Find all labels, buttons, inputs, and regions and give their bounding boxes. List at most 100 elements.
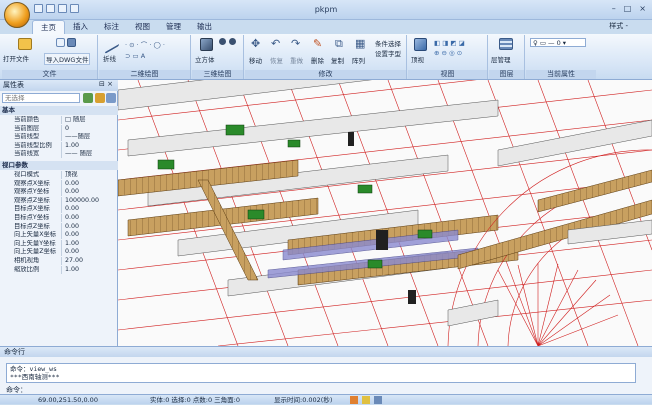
property-value[interactable]: 0.00: [62, 248, 116, 256]
selection-dropdown[interactable]: 无选择: [2, 93, 80, 103]
property-row[interactable]: 观察点Z坐标 100000.00: [2, 196, 118, 205]
tab-output[interactable]: 输出: [189, 20, 220, 34]
property-row[interactable]: 当前线型 ——随层: [2, 133, 118, 142]
tab-home[interactable]: 主页: [32, 20, 65, 34]
property-row[interactable]: 目标点X坐标 0.00: [2, 205, 118, 214]
import-dwg-button[interactable]: 导入DWG文件: [44, 53, 91, 65]
style-menu[interactable]: 样式 -: [609, 21, 628, 31]
group-3d-draw: 立方体 三维绘图: [192, 35, 244, 79]
property-key: 当前线型: [2, 133, 62, 142]
property-key: 相机视角: [2, 257, 62, 265]
property-section-header[interactable]: 基本: [0, 106, 118, 115]
command-history: 命令：view_ws ***西南轴测***: [6, 363, 636, 383]
property-value[interactable]: 1.00: [62, 266, 116, 274]
polyline-button[interactable]: 折线: [103, 53, 116, 63]
property-value[interactable]: —— 随层: [62, 150, 116, 158]
minimize-button[interactable]: –: [612, 4, 616, 13]
tab-insert[interactable]: 插入: [65, 20, 96, 34]
properties-panel: 属性表 ⊟ × 无选择 基本 当前颜色 □ 随层 当前图层 0 当前线型 ——随层 当前线型比…: [0, 80, 118, 346]
condition-select-button[interactable]: 条件选择: [375, 38, 401, 48]
window-controls: – □ ×: [612, 4, 646, 13]
group-file-label: 文件: [2, 70, 97, 79]
property-value[interactable]: 顶视: [62, 171, 116, 179]
property-key: 观察点Z坐标: [2, 196, 62, 205]
property-row[interactable]: 缩放比例 1.00: [2, 265, 118, 274]
filter-icon[interactable]: [83, 93, 93, 103]
group-view: ◧ ◨ ◩ ◪ ⊕ ⊖ ◎ ⊙ 顶视 视图: [408, 35, 488, 79]
property-row[interactable]: 相机视角 27.00: [2, 257, 118, 265]
cube-icon: [200, 38, 213, 51]
redo-icon: ↷: [291, 37, 301, 50]
property-value[interactable]: 0.00: [62, 214, 116, 222]
zoom-tools-icon[interactable]: ⊕ ⊖ ◎ ⊙: [434, 49, 462, 57]
tab-manage[interactable]: 管理: [158, 20, 189, 34]
select-icon[interactable]: [95, 93, 105, 103]
snap-toggle-icon[interactable]: [350, 396, 358, 404]
tab-annotate[interactable]: 标注: [96, 20, 127, 34]
line-tools-icon[interactable]: · ⊙ · ⌒ · ◯ ·: [125, 39, 165, 49]
group-file: 打开文件 导入DWG文件 文件: [2, 35, 98, 79]
command-title: 命令行: [0, 347, 652, 357]
property-row[interactable]: 向上矢量Z坐标 0.00: [2, 248, 118, 257]
view-cubes-icon[interactable]: ◧ ◨ ◩ ◪: [434, 39, 465, 47]
group-2d-draw: 折线 · ⊙ · ⌒ · ◯ · ⊃ ▭ A 二维绘图: [99, 33, 191, 79]
property-row[interactable]: 当前图层 0: [2, 124, 118, 133]
application-menu-button[interactable]: [4, 2, 30, 28]
property-key: 目标点X坐标: [2, 205, 62, 214]
property-value[interactable]: □ 随层: [62, 116, 116, 124]
set-font-button[interactable]: 设置字型: [375, 48, 401, 58]
3d-viewport[interactable]: [118, 80, 652, 346]
property-row[interactable]: 当前颜色 □ 随层: [2, 116, 118, 124]
layer-select[interactable]: ♀ ▭ — 0 ▾: [530, 38, 586, 47]
property-row[interactable]: 当前线型比例 1.00: [2, 141, 118, 150]
maximize-button[interactable]: □: [624, 4, 632, 13]
restore-button[interactable]: 恢复: [270, 55, 283, 65]
property-value[interactable]: 0.00: [62, 223, 116, 231]
building-model-drawing: [118, 80, 652, 346]
group-view-label: 视图: [408, 70, 487, 79]
cylinder-icon[interactable]: [229, 38, 236, 45]
array-button[interactable]: 阵列: [352, 55, 365, 65]
property-key: 当前颜色: [2, 116, 62, 124]
grid-toggle-icon[interactable]: [362, 396, 370, 404]
shape-tools-icon[interactable]: ⊃ ▭ A: [125, 52, 145, 60]
property-value[interactable]: 0: [62, 125, 116, 133]
property-row[interactable]: 向上矢量X坐标 0.00: [2, 231, 118, 240]
property-key: 缩放比例: [2, 265, 62, 274]
ortho-toggle-icon[interactable]: [374, 396, 382, 404]
property-value[interactable]: 0.00: [62, 188, 116, 196]
array-icon: ▦: [355, 37, 366, 50]
property-value[interactable]: 1.00: [62, 142, 116, 150]
layer-manager-button[interactable]: 层管理: [491, 54, 511, 64]
property-row[interactable]: 视口模式 顶视: [2, 171, 118, 179]
panel-close-icon[interactable]: ⊟ ×: [99, 80, 113, 88]
property-value[interactable]: 100000.00: [62, 197, 116, 205]
property-value[interactable]: ——随层: [62, 133, 116, 141]
tab-view[interactable]: 视图: [127, 20, 158, 34]
disk-icon: [67, 38, 76, 47]
property-row[interactable]: 观察点X坐标 0.00: [2, 179, 118, 188]
close-button[interactable]: ×: [639, 4, 646, 13]
group-2d-draw-label: 二维绘图: [99, 70, 190, 79]
property-value[interactable]: 0.00: [62, 205, 116, 213]
open-file-button[interactable]: 打开文件: [3, 53, 29, 63]
sphere-icon[interactable]: [219, 38, 226, 45]
cube-button[interactable]: 立方体: [195, 54, 215, 64]
top-view-button[interactable]: 顶视: [411, 54, 424, 64]
property-value[interactable]: 0.00: [62, 180, 116, 188]
copy-button[interactable]: 复制: [331, 55, 344, 65]
delete-button[interactable]: 删除: [311, 55, 324, 65]
property-row[interactable]: 向上矢量Y坐标 1.00: [2, 239, 118, 248]
property-section-header[interactable]: 视口参数: [0, 161, 118, 170]
property-value[interactable]: 27.00: [62, 257, 116, 265]
move-button[interactable]: 移动: [249, 55, 262, 65]
property-value[interactable]: 1.00: [62, 240, 116, 248]
property-value[interactable]: 0.00: [62, 231, 116, 239]
redo-button[interactable]: 重做: [290, 55, 303, 65]
window-title: pkpm: [314, 5, 338, 14]
property-row[interactable]: 目标点Y坐标 0.00: [2, 214, 118, 222]
property-row[interactable]: 目标点Z坐标 0.00: [2, 222, 118, 231]
options-icon[interactable]: [106, 93, 116, 103]
property-row[interactable]: 当前线宽 —— 随层: [2, 150, 118, 159]
property-row[interactable]: 观察点Y坐标 0.00: [2, 188, 118, 197]
